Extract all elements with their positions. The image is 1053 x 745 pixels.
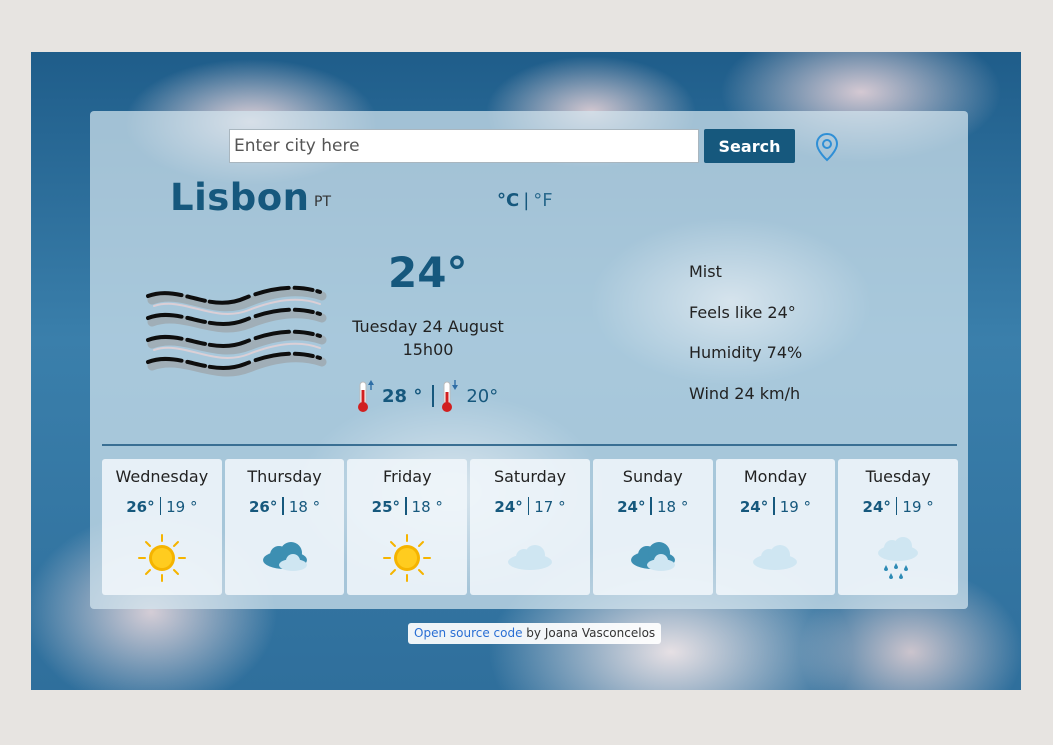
forecast-max: 24° [862,498,891,516]
location-pin-icon[interactable] [814,132,840,162]
max-temperature: 28 ° [382,385,423,407]
forecast-max: 24° [494,498,523,516]
forecast-max: 24° [617,498,646,516]
forecast-temps: 24° 19 ° [838,497,958,516]
wind: Wind 24 km/h [689,383,801,403]
sun-icon [137,534,186,582]
forecast-day: Tuesday 24° 19 ° [838,459,959,595]
forecast-day: Wednesday 26° 19 ° [102,459,222,595]
forecast-divider [773,497,775,515]
date-text: Tuesday 24 August [352,317,504,336]
forecast-day-name: Friday [383,467,432,486]
feels-like: Feels like 24° [689,302,796,322]
forecast-max: 26° [126,498,155,516]
forecast-temps: 25° 18 ° [347,497,467,516]
open-source-link[interactable]: Open source code [414,626,522,640]
forecast-min: 17 ° [534,498,566,516]
min-temperature: 20° [466,385,499,407]
forecast-day-name: Thursday [247,467,322,486]
search-button[interactable]: Search [704,129,795,163]
mist-icon [146,285,327,377]
thermometer-low-icon [442,380,459,412]
current-date: Tuesday 24 August 15h00 [340,315,516,361]
forecast-day: Thursday 26° 18 ° [224,459,345,595]
forecast-min: 19 ° [166,498,198,516]
section-divider [102,444,957,446]
forecast-day-name: Sunday [622,467,683,486]
current-temperature: 24° [388,248,468,297]
forecast-divider [282,497,284,515]
forecast-temps: 24° 17 ° [470,497,590,516]
sun-icon [383,534,432,582]
forecast-day: Friday 25° 18 ° [347,459,468,595]
forecast-min: 18 ° [411,498,443,516]
forecast-temps: 26° 19 ° [102,497,222,516]
humidity: Humidity 74% [689,343,803,362]
forecast-max: 25° [371,498,401,516]
forecast-day-name: Saturday [493,467,567,486]
sun-cloud-icon [630,542,675,571]
time-text: 15h00 [402,340,454,359]
country-code: PT [314,194,331,210]
forecast-day: Monday 24° 19 ° [715,459,836,595]
celsius-link[interactable]: °C [497,190,519,211]
forecast-divider [895,497,898,515]
rain-icon [878,537,919,579]
forecast-day: Saturday 24° 17 ° [470,459,590,595]
forecast-max: 26° [248,498,278,516]
forecast-max: 24° [739,498,769,516]
forecast-temps: 24° 19 ° [716,497,836,516]
weather-details: Mist Feels like 24° Humidity 74% Wind 24… [689,262,802,424]
forecast-day-name: Tuesday [865,467,931,486]
unit-separator: | [523,190,530,211]
forecast-min: 19 ° [779,498,812,516]
search-input[interactable] [229,129,699,163]
forecast-min: 18 ° [288,498,321,516]
footer-credit: Open source code by Joana Vasconcelos [408,623,662,644]
unit-toggle: °C | °F [497,190,553,211]
forecast-divider [527,497,530,515]
thermometer-high-icon [358,380,374,412]
forecast-row: Wednesday 26° 19 ° Thursday 26° 18 ° Frida… [102,459,959,595]
minmax-divider [432,385,435,407]
forecast-day: Sunday 24° 18 ° [592,459,713,595]
forecast-divider [159,497,162,515]
forecast-min: 18 ° [656,498,689,516]
forecast-min: 19 ° [902,498,934,516]
sun-cloud-icon [262,542,307,571]
forecast-divider [650,497,652,515]
cloud-icon [508,545,553,570]
forecast-temps: 24° 18 ° [593,497,713,516]
city-name: Lisbon [170,176,310,219]
fahrenheit-link[interactable]: °F [533,190,552,211]
cloud-icon [753,545,798,570]
weather-description: Mist [689,262,722,281]
forecast-temps: 26° 18 ° [225,497,345,516]
forecast-divider [405,497,407,515]
forecast-day-name: Monday [743,467,808,486]
forecast-day-name: Wednesday [115,467,209,486]
author-text: by Joana Vasconcelos [522,626,656,640]
min-max-temps: 28 ° 20° [354,378,498,414]
